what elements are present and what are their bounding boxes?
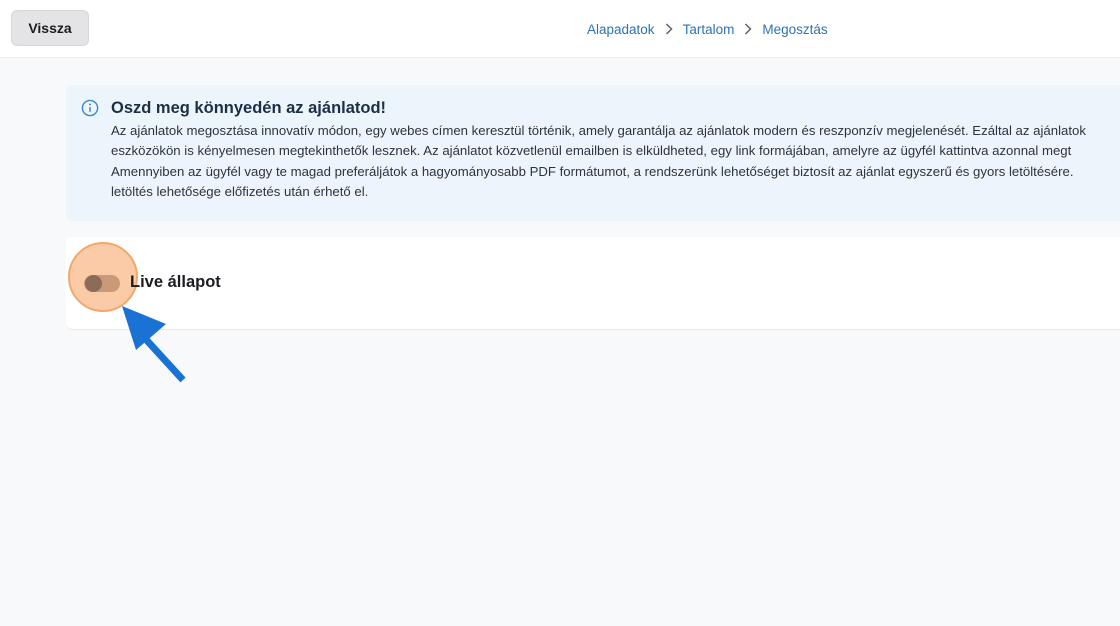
chevron-right-icon (734, 23, 762, 35)
back-button[interactable]: Vissza (11, 10, 89, 46)
live-toggle[interactable] (84, 275, 120, 292)
info-title: Oszd meg könnyedén az ajánlatod! (111, 99, 387, 117)
info-icon (81, 99, 99, 117)
live-status-label: Live állapot (130, 273, 221, 291)
breadcrumb: Alapadatok Tartalom Megosztás (587, 20, 828, 38)
info-banner: Oszd meg könnyedén az ajánlatod! Az aján… (66, 85, 1120, 221)
info-line: letöltés lehetősége előfizetés után érhe… (111, 183, 369, 199)
info-line: Amennyiben az ügyfél vagy te magad prefe… (111, 163, 1074, 179)
info-line: eszközökön is kényelmesen megtekinthetők… (111, 143, 1072, 159)
info-description: Az ajánlatok megosztása innovatív módon,… (111, 121, 1120, 202)
breadcrumb-item-alapadatok[interactable]: Alapadatok (587, 22, 655, 37)
pointer-arrow-icon (122, 306, 186, 383)
info-line: Az ajánlatok megosztása innovatív módon,… (111, 123, 1086, 138)
live-status-card (66, 237, 1120, 330)
breadcrumb-item-tartalom[interactable]: Tartalom (683, 22, 735, 37)
top-bar: Vissza Alapadatok Tartalom Megosztás (0, 0, 1120, 58)
chevron-right-icon (655, 23, 683, 35)
breadcrumb-item-megosztas[interactable]: Megosztás (762, 22, 827, 37)
toggle-knob (85, 275, 102, 292)
